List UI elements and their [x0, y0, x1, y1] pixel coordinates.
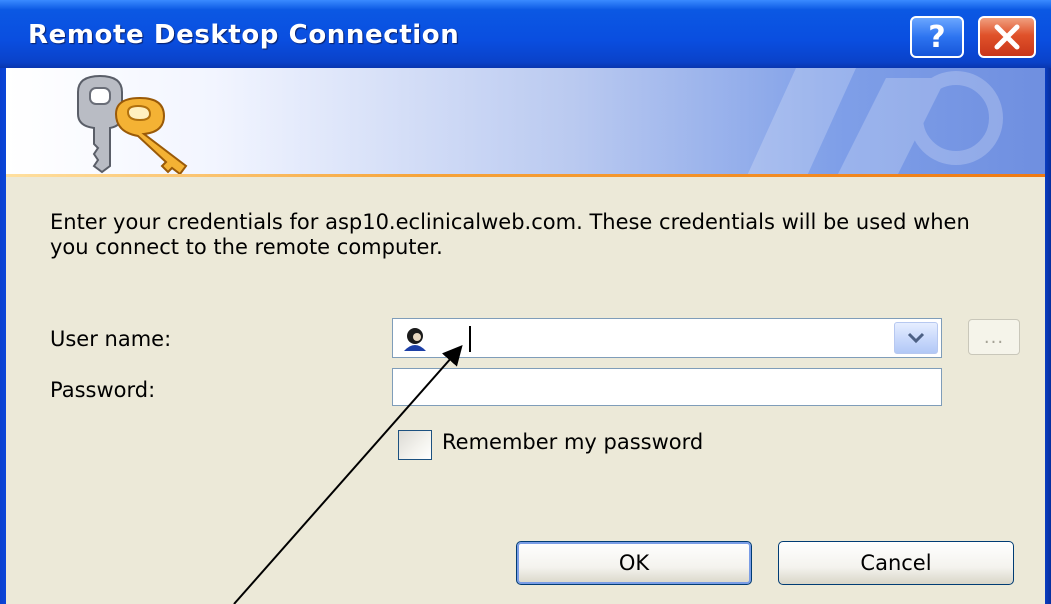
username-dropdown-button[interactable]: [894, 322, 938, 354]
user-icon: [402, 327, 428, 351]
dialog-client-area: Enter your credentials for asp10.eclinic…: [6, 68, 1045, 604]
username-combobox[interactable]: [392, 318, 942, 358]
credentials-prompt: Enter your credentials for asp10.eclinic…: [50, 210, 970, 259]
dialog-window: Remote Desktop Connection ? Enter your c…: [0, 0, 1051, 604]
remember-password-checkbox[interactable]: [398, 430, 432, 460]
banner: [6, 68, 1045, 176]
ok-button[interactable]: OK: [516, 541, 752, 585]
window-title: Remote Desktop Connection: [28, 20, 460, 50]
title-bar[interactable]: Remote Desktop Connection ?: [0, 0, 1051, 68]
remember-password-label[interactable]: Remember my password: [442, 430, 703, 454]
cancel-button[interactable]: Cancel: [778, 541, 1014, 585]
browse-users-button[interactable]: ...: [968, 319, 1020, 355]
password-field[interactable]: [392, 368, 942, 406]
keys-icon: [77, 74, 188, 174]
text-caret: [469, 326, 471, 352]
close-button[interactable]: [978, 16, 1036, 58]
banner-divider: [6, 174, 1045, 177]
keys-watermark-icon: [746, 68, 1003, 176]
screen: Remote Desktop Connection ? Enter your c…: [0, 0, 1051, 604]
password-label: Password:: [50, 378, 156, 402]
help-button[interactable]: ?: [910, 16, 964, 58]
username-label: User name:: [50, 327, 172, 351]
chevron-down-icon: [907, 332, 925, 344]
close-icon: [994, 24, 1020, 50]
